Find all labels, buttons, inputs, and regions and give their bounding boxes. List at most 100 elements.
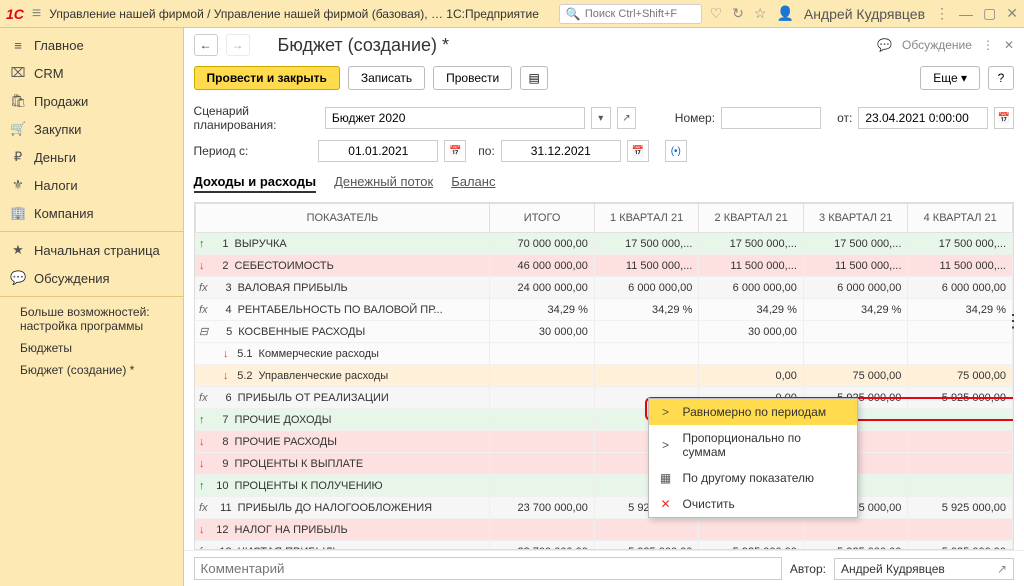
side-dots-icon[interactable]: ⋮ <box>1004 318 1022 324</box>
column-header[interactable]: 4 КВАРТАЛ 21 <box>908 204 1013 233</box>
context-menu-item[interactable]: ▦По другому показателю <box>649 465 857 491</box>
nav-item[interactable]: 🛒Закупки <box>0 115 183 143</box>
refresh-icon[interactable]: (•) <box>665 140 687 162</box>
column-header[interactable]: 1 КВАРТАЛ 21 <box>594 204 699 233</box>
logo-1c: 1С <box>6 6 24 22</box>
date-input[interactable] <box>858 107 988 129</box>
table-row[interactable]: fx3ВАЛОВАЯ ПРИБЫЛЬ24 000 000,006 000 000… <box>195 277 1012 299</box>
bell-icon[interactable]: ♡ <box>710 5 723 22</box>
table-row[interactable]: ↓5.2Управленческие расходы0,0075 000,007… <box>195 365 1012 387</box>
user-name[interactable]: Андрей Кудрявцев <box>804 6 925 22</box>
table-row[interactable]: ↓12НАЛОГ НА ПРИБЫЛЬ <box>195 519 1012 541</box>
user-icon[interactable]: 👤 <box>776 5 793 22</box>
table-row[interactable]: ⊟5КОСВЕННЫЕ РАСХОДЫ30 000,0030 000,00 <box>195 321 1012 343</box>
discuss-icon[interactable]: 💬 <box>877 38 892 52</box>
nav-icon: ⌧ <box>10 65 26 81</box>
row-name: РЕНТАБЕЛЬНОСТЬ ПО ВАЛОВОЙ ПР... <box>238 304 443 316</box>
minimize-icon[interactable]: — <box>959 6 973 22</box>
budget-table[interactable]: ПОКАЗАТЕЛЬИТОГО1 КВАРТАЛ 212 КВАРТАЛ 213… <box>194 202 1014 550</box>
table-row[interactable]: ↓8ПРОЧИЕ РАСХОДЫ <box>195 431 1012 453</box>
history-icon[interactable]: ↻ <box>732 5 744 22</box>
save-button[interactable]: Записать <box>348 66 425 90</box>
tab-cashflow[interactable]: Денежный поток <box>334 172 433 193</box>
comment-input[interactable] <box>194 557 782 580</box>
row-icon: fx <box>199 546 208 551</box>
structure-button[interactable]: ▤ <box>520 66 548 90</box>
nav-item[interactable]: 🏢Компания <box>0 199 183 227</box>
scenario-open-icon[interactable]: ↗ <box>617 107 637 129</box>
period-to-input[interactable] <box>501 140 621 162</box>
table-row[interactable]: ↑10ПРОЦЕНТЫ К ПОЛУЧЕНИЮ <box>195 475 1012 497</box>
table-row[interactable]: fx4РЕНТАБЕЛЬНОСТЬ ПО ВАЛОВОЙ ПР...34,29 … <box>195 299 1012 321</box>
nav-item[interactable]: 💬Обсуждения <box>0 264 183 292</box>
context-menu-item[interactable]: >Пропорционально по суммам <box>649 425 857 465</box>
nav-item[interactable]: ≡Главное <box>0 32 183 59</box>
nav-item[interactable]: ⚜Налоги <box>0 171 183 199</box>
star-icon[interactable]: ☆ <box>754 5 767 22</box>
column-header[interactable]: ИТОГО <box>490 204 595 233</box>
nav-icon: 🛍 <box>10 93 26 109</box>
calendar-from-icon[interactable]: 📅 <box>444 140 466 162</box>
context-menu: >Равномерно по периодам>Пропорционально … <box>648 398 858 518</box>
back-button[interactable]: ← <box>194 34 218 56</box>
number-input[interactable] <box>721 107 821 129</box>
calendar-to-icon[interactable]: 📅 <box>627 140 649 162</box>
post-and-close-button[interactable]: Провести и закрыть <box>194 66 340 90</box>
search-input[interactable] <box>585 8 695 20</box>
help-button[interactable]: ? <box>988 66 1014 90</box>
period-from-input[interactable] <box>318 140 438 162</box>
nav-item[interactable]: ★Начальная страница <box>0 236 183 264</box>
context-menu-item[interactable]: >Равномерно по периодам <box>649 399 857 425</box>
post-button[interactable]: Провести <box>433 66 512 90</box>
table-row[interactable]: ↓9ПРОЦЕНТЫ К ВЫПЛАТЕ <box>195 453 1012 475</box>
maximize-icon[interactable]: ▢ <box>983 5 996 22</box>
search-box[interactable]: 🔍 <box>559 4 702 24</box>
table-row[interactable]: ↑1ВЫРУЧКА70 000 000,0017 500 000,...17 5… <box>195 233 1012 255</box>
menu-icon: > <box>659 405 673 419</box>
nav-item[interactable]: 🛍Продажи <box>0 87 183 115</box>
table-row[interactable]: fx11ПРИБЫЛЬ ДО НАЛОГООБЛОЖЕНИЯ23 700 000… <box>195 497 1012 519</box>
row-name: Коммерческие расходы <box>259 348 379 360</box>
row-icon: ↓ <box>199 524 205 536</box>
nav-item[interactable]: ₽Деньги <box>0 143 183 171</box>
tab-income-expense[interactable]: Доходы и расходы <box>194 172 317 193</box>
table-row[interactable]: fx13ЧИСТАЯ ПРИБЫЛЬ23 700 000,005 925 000… <box>195 541 1012 551</box>
row-name: ПРОЦЕНТЫ К ПОЛУЧЕНИЮ <box>235 480 383 492</box>
context-menu-item[interactable]: ✕Очистить <box>649 491 857 517</box>
calendar-icon[interactable]: 📅 <box>994 107 1014 129</box>
table-row[interactable]: ↓5.1Коммерческие расходы <box>195 343 1012 365</box>
scenario-dropdown-icon[interactable]: ▾ <box>591 107 611 129</box>
forward-button[interactable]: → <box>226 34 250 56</box>
nav-item[interactable]: Бюджет (создание) * <box>0 359 183 381</box>
table-row[interactable]: fx6ПРИБЫЛЬ ОТ РЕАЛИЗАЦИИ0,005 925 000,00… <box>195 387 1012 409</box>
row-icon: ↑ <box>199 414 205 426</box>
hamburger-icon[interactable]: ≡ <box>32 5 41 23</box>
row-icon: fx <box>199 392 208 404</box>
kebab-icon[interactable]: ⋮ <box>982 38 994 52</box>
scenario-label: Сценарий планирования: <box>194 104 319 132</box>
close-tab-icon[interactable]: ✕ <box>1004 38 1014 52</box>
row-name: ПРОЧИЕ РАСХОДЫ <box>235 436 337 448</box>
close-icon[interactable]: ✕ <box>1006 5 1018 22</box>
nav-icon: ★ <box>10 242 26 258</box>
column-header[interactable]: 2 КВАРТАЛ 21 <box>699 204 804 233</box>
nav-icon: ₽ <box>10 149 26 165</box>
column-header[interactable]: ПОКАЗАТЕЛЬ <box>195 204 490 233</box>
nav-item[interactable]: Больше возможностей: настройка программы <box>0 301 183 337</box>
author-open-icon[interactable]: ↗ <box>997 562 1007 576</box>
author-field[interactable]: Андрей Кудрявцев ↗ <box>834 558 1014 580</box>
table-row[interactable]: ↑7ПРОЧИЕ ДОХОДЫ <box>195 409 1012 431</box>
search-icon: 🔍 <box>566 7 581 21</box>
nav-item[interactable]: Бюджеты <box>0 337 183 359</box>
row-name: ВАЛОВАЯ ПРИБЫЛЬ <box>238 282 348 294</box>
overflow-icon[interactable]: ⋮ <box>935 5 949 22</box>
nav-item[interactable]: ⌧CRM <box>0 59 183 87</box>
row-name: ПРОЧИЕ ДОХОДЫ <box>235 414 332 426</box>
column-header[interactable]: 3 КВАРТАЛ 21 <box>803 204 908 233</box>
nav-icon: ⚜ <box>10 177 26 193</box>
scenario-input[interactable] <box>325 107 585 129</box>
table-row[interactable]: ↓2СЕБЕСТОИМОСТЬ46 000 000,0011 500 000,.… <box>195 255 1012 277</box>
tab-balance[interactable]: Баланс <box>451 172 495 193</box>
more-button[interactable]: Еще ▾ <box>920 66 980 90</box>
discuss-label[interactable]: Обсуждение <box>902 38 972 52</box>
